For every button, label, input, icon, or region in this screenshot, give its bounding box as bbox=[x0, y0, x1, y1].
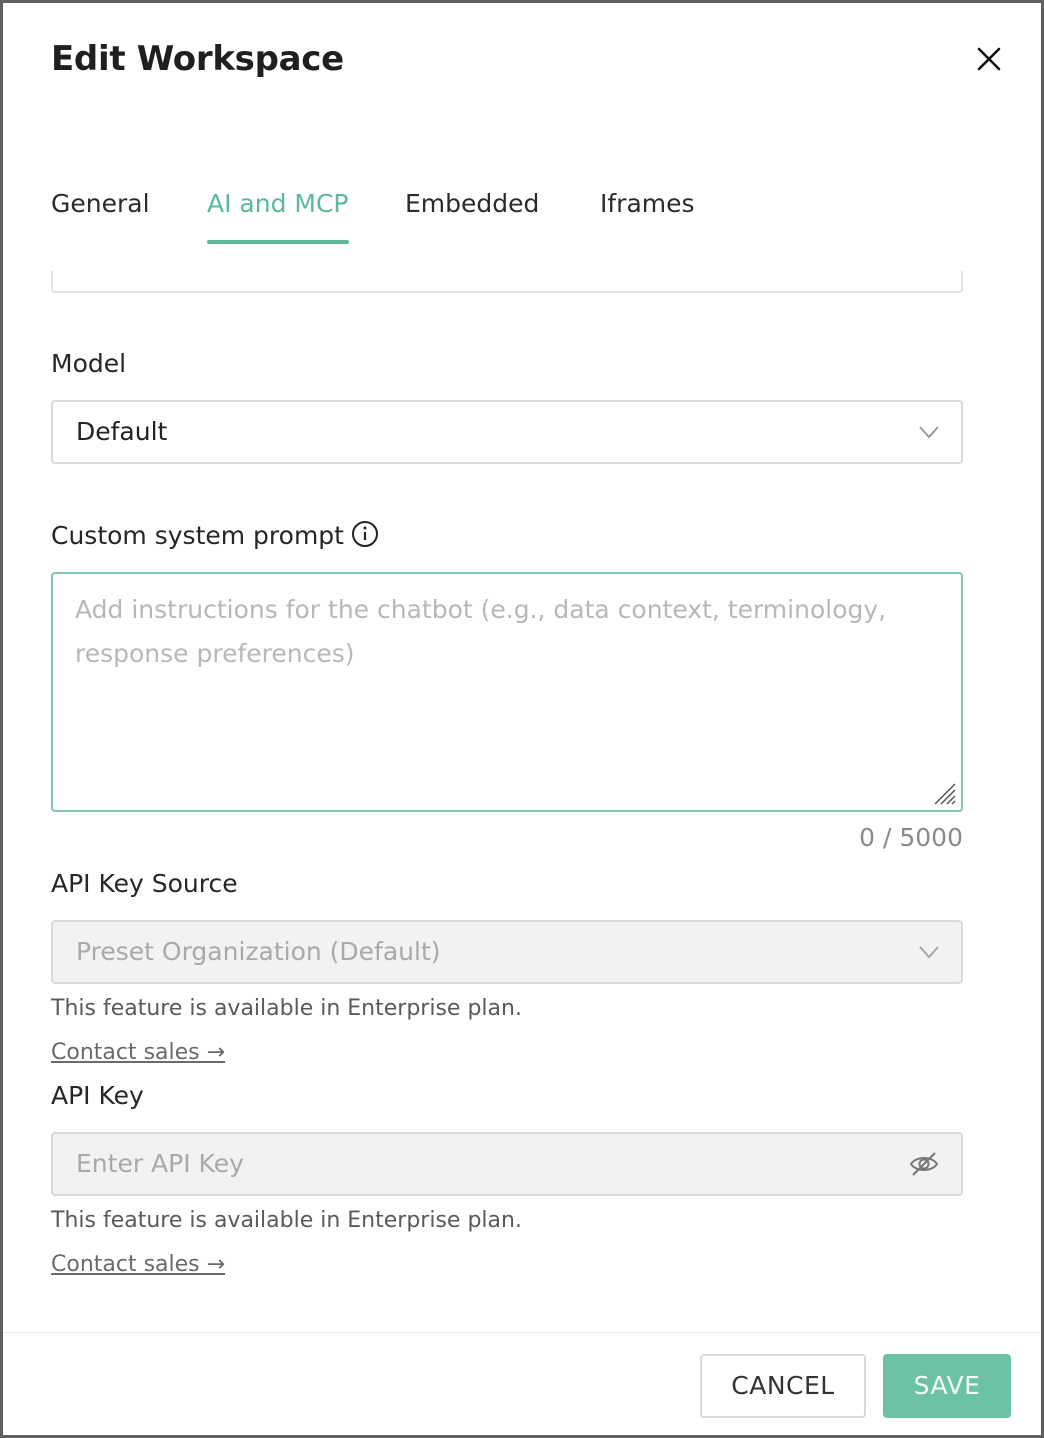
model-select-value: Default bbox=[76, 417, 168, 446]
info-icon[interactable] bbox=[350, 519, 380, 549]
scrolled-field-bottom bbox=[51, 271, 963, 293]
api-key-source-note: This feature is available in Enterprise … bbox=[51, 996, 522, 1021]
contact-sales-link[interactable]: Contact sales → bbox=[51, 1040, 225, 1065]
system-prompt-placeholder: Add instructions for the chatbot (e.g., … bbox=[75, 595, 887, 668]
model-label: Model bbox=[51, 349, 127, 378]
chevron-down-icon bbox=[919, 946, 939, 959]
system-prompt-label-row: Custom system prompt bbox=[51, 521, 380, 552]
tab-iframes[interactable]: Iframes bbox=[600, 189, 695, 244]
save-button[interactable]: SAVE bbox=[883, 1354, 1011, 1418]
footer-divider bbox=[3, 1332, 1041, 1333]
api-key-source-label: API Key Source bbox=[51, 869, 238, 898]
system-prompt-label: Custom system prompt bbox=[51, 521, 344, 550]
cancel-button[interactable]: CANCEL bbox=[700, 1354, 866, 1418]
close-icon[interactable] bbox=[971, 41, 1007, 77]
eye-off-icon[interactable] bbox=[909, 1150, 939, 1178]
dialog-title: Edit Workspace bbox=[51, 39, 344, 79]
chevron-down-icon bbox=[919, 426, 939, 439]
system-prompt-textarea[interactable]: Add instructions for the chatbot (e.g., … bbox=[51, 572, 963, 812]
api-key-label: API Key bbox=[51, 1081, 144, 1110]
character-counter: 0 / 5000 bbox=[859, 823, 963, 852]
api-key-input[interactable]: Enter API Key bbox=[51, 1132, 963, 1196]
tab-embedded[interactable]: Embedded bbox=[405, 189, 539, 244]
tab-ai-and-mcp[interactable]: AI and MCP bbox=[207, 189, 349, 244]
edit-workspace-dialog: Edit Workspace General AI and MCP Embedd… bbox=[3, 3, 1041, 1435]
api-key-source-select[interactable]: Preset Organization (Default) bbox=[51, 920, 963, 984]
api-key-source-value: Preset Organization (Default) bbox=[76, 937, 441, 966]
api-key-placeholder: Enter API Key bbox=[76, 1149, 244, 1178]
resize-handle-icon[interactable] bbox=[931, 780, 957, 806]
contact-sales-link[interactable]: Contact sales → bbox=[51, 1252, 225, 1277]
api-key-note: This feature is available in Enterprise … bbox=[51, 1208, 522, 1233]
tab-bar: General AI and MCP Embedded Iframes bbox=[51, 189, 971, 255]
model-select[interactable]: Default bbox=[51, 400, 963, 464]
tab-general[interactable]: General bbox=[51, 189, 150, 244]
